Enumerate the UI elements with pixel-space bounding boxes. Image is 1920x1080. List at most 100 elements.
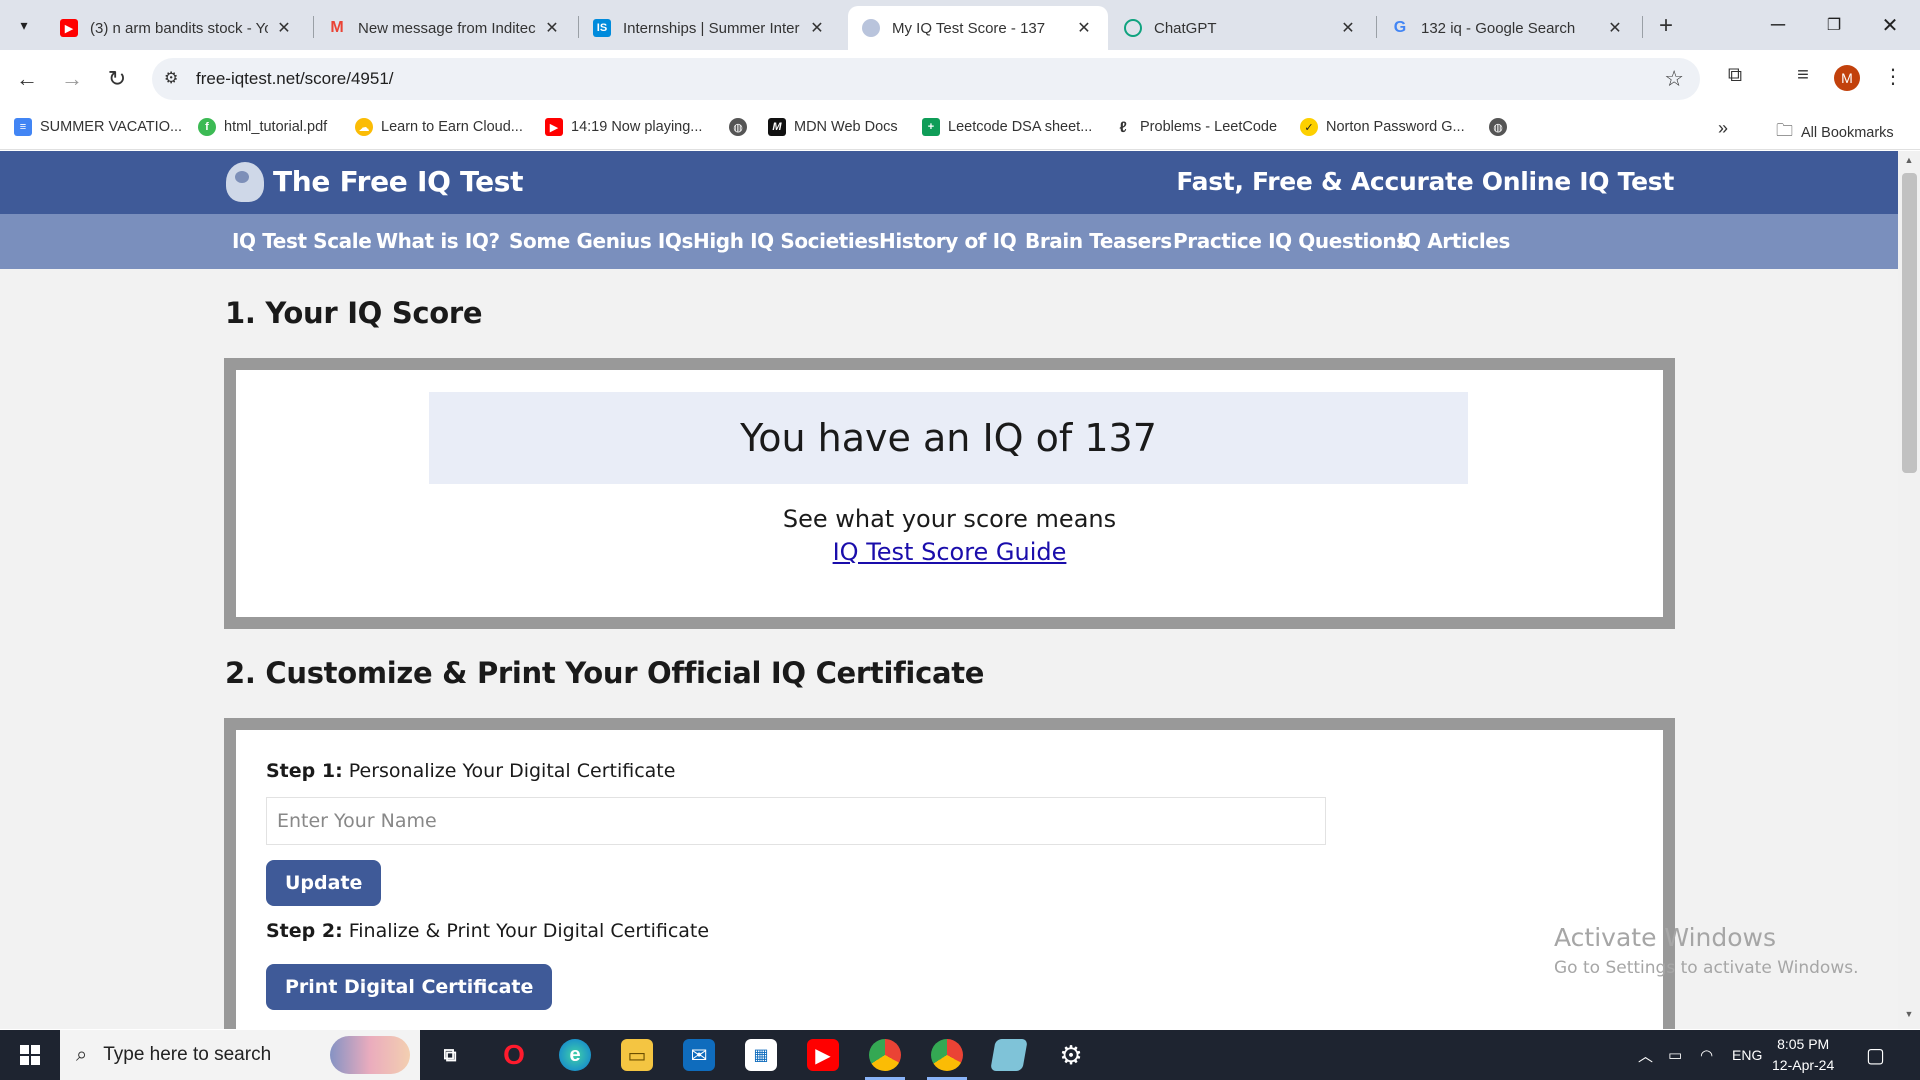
battery-icon[interactable]: ▭ bbox=[1668, 1030, 1682, 1080]
tab-search-button[interactable]: ▾ bbox=[8, 9, 40, 41]
docs-icon: ≡ bbox=[14, 118, 32, 136]
close-icon[interactable]: ✕ bbox=[807, 18, 827, 38]
nav-practice-iq-questions[interactable]: Practice IQ Questions bbox=[1173, 229, 1408, 253]
media-control-icon[interactable]: ≡ bbox=[1788, 64, 1818, 87]
new-tab-button[interactable]: + bbox=[1652, 12, 1680, 40]
notification-icon[interactable]: ▢ bbox=[1866, 1030, 1885, 1080]
wifi-icon[interactable]: ◠ bbox=[1700, 1030, 1713, 1080]
tab-internshala[interactable]: IS Internships | Summer Inter ✕ bbox=[579, 6, 841, 50]
chrome-profile-icon[interactable] bbox=[931, 1039, 963, 1071]
back-button[interactable]: ← bbox=[11, 63, 43, 95]
youtube-app-icon[interactable]: ▶ bbox=[807, 1039, 839, 1071]
minimize-button[interactable]: ─ bbox=[1750, 8, 1806, 42]
bookmark-item[interactable]: ▶ 14:19 Now playing... bbox=[545, 118, 702, 136]
edge-icon[interactable]: e bbox=[559, 1039, 591, 1071]
nav-brain-teasers[interactable]: Brain Teasers bbox=[1025, 229, 1172, 253]
site-nav: IQ Test Scale What is IQ? Some Genius IQ… bbox=[0, 214, 1898, 269]
chevron-down-icon: ▾ bbox=[20, 16, 28, 33]
nav-iq-test-scale[interactable]: IQ Test Scale bbox=[232, 229, 372, 253]
tray-chevron-up-icon[interactable]: ︿ bbox=[1638, 1030, 1653, 1080]
bookmark-item[interactable]: ◍ bbox=[1489, 118, 1515, 136]
plus-icon: + bbox=[1658, 12, 1673, 39]
all-bookmarks-button[interactable]: 🗀 All Bookmarks bbox=[1776, 118, 1894, 147]
tab-strip: ▾ ▶ (3) n arm bandits stock - Yo ✕ M New… bbox=[0, 0, 1920, 50]
step2-text: Finalize & Print Your Digital Certificat… bbox=[342, 920, 710, 942]
reload-icon: ↻ bbox=[107, 66, 127, 91]
site-tagline: Fast, Free & Accurate Online IQ Test bbox=[1176, 167, 1674, 196]
tab-youtube[interactable]: ▶ (3) n arm bandits stock - Yo ✕ bbox=[46, 6, 308, 50]
tab-gmail[interactable]: M New message from Inditec ✕ bbox=[314, 6, 576, 50]
site-title[interactable]: The Free IQ Test bbox=[273, 165, 524, 198]
bookmark-star-icon[interactable]: ☆ bbox=[1664, 66, 1684, 92]
tab-title: My IQ Test Score - 137 bbox=[892, 19, 1046, 37]
bookmark-item[interactable]: ✓ Norton Password G... bbox=[1300, 118, 1465, 136]
file-explorer-icon[interactable]: ▭ bbox=[621, 1039, 653, 1071]
page-scrollbar[interactable]: ▲ ▼ bbox=[1898, 151, 1920, 1029]
scroll-thumb[interactable] bbox=[1902, 173, 1917, 473]
nav-iq-articles[interactable]: IQ Articles bbox=[1397, 229, 1510, 253]
clock[interactable]: 8:05 PM 12-Apr-24 bbox=[1772, 1034, 1834, 1076]
menu-kebab-icon[interactable]: ⋮ bbox=[1878, 64, 1908, 89]
norton-icon: ✓ bbox=[1300, 118, 1318, 136]
close-icon[interactable]: ✕ bbox=[1605, 18, 1625, 38]
score-guide-link[interactable]: IQ Test Score Guide bbox=[833, 538, 1067, 566]
start-button[interactable] bbox=[0, 1030, 60, 1080]
bookmark-item[interactable]: f html_tutorial.pdf bbox=[198, 118, 327, 136]
bookmark-item[interactable]: ☁ Learn to Earn Cloud... bbox=[355, 118, 523, 136]
bookmark-label: 14:19 Now playing... bbox=[571, 119, 703, 135]
tab-separator bbox=[1642, 16, 1643, 38]
settings-gear-icon[interactable]: ⚙ bbox=[1055, 1039, 1087, 1071]
language-indicator[interactable]: ENG bbox=[1732, 1030, 1762, 1080]
bookmark-label: html_tutorial.pdf bbox=[224, 119, 328, 135]
arrow-right-icon: → bbox=[61, 66, 83, 91]
bookmark-item[interactable]: + Leetcode DSA sheet... bbox=[922, 118, 1092, 136]
restore-button[interactable]: ❐ bbox=[1806, 8, 1862, 42]
taskbar: ⌕ Type here to search ⧉ O e ▭ ✉ ▦ ▶ ⚙ ︿ … bbox=[0, 1030, 1920, 1080]
url-text[interactable]: free-iqtest.net/score/4951/ bbox=[196, 69, 394, 89]
profile-avatar[interactable]: M bbox=[1834, 65, 1860, 91]
bookmark-item[interactable]: ℓ Problems - LeetCode bbox=[1114, 118, 1277, 136]
close-icon[interactable]: ✕ bbox=[274, 18, 294, 38]
bookmark-item[interactable]: ≡ SUMMER VACATIO... bbox=[14, 118, 182, 136]
bookmark-label: Problems - LeetCode bbox=[1140, 119, 1278, 135]
forward-button[interactable]: → bbox=[56, 63, 88, 95]
nav-high-iq-societies[interactable]: High IQ Societies bbox=[693, 229, 879, 253]
score-box: You have an IQ of 137 See what your scor… bbox=[224, 358, 1675, 629]
notepad-icon[interactable] bbox=[990, 1039, 1028, 1071]
reload-button[interactable]: ↻ bbox=[101, 63, 133, 95]
print-certificate-button[interactable]: Print Digital Certificate bbox=[266, 964, 553, 1010]
chrome-icon[interactable] bbox=[869, 1039, 901, 1071]
activate-windows-watermark: Activate Windows Go to Settings to activ… bbox=[1554, 923, 1859, 978]
scroll-up-arrow-icon[interactable]: ▲ bbox=[1898, 155, 1920, 171]
more-bookmarks-button[interactable]: » bbox=[1718, 118, 1728, 139]
site-header: The Free IQ Test Fast, Free & Accurate O… bbox=[0, 151, 1898, 214]
bookmark-item[interactable]: ◍ bbox=[729, 118, 755, 136]
opera-icon[interactable]: O bbox=[498, 1039, 530, 1071]
nav-some-genius-iqs[interactable]: Some Genius IQs bbox=[509, 229, 693, 253]
tab-iq-score[interactable]: My IQ Test Score - 137 ✕ bbox=[848, 6, 1108, 50]
bookmark-item[interactable]: M MDN Web Docs bbox=[768, 118, 898, 136]
mail-icon[interactable]: ✉ bbox=[683, 1039, 715, 1071]
name-input[interactable] bbox=[266, 797, 1326, 845]
close-icon[interactable]: ✕ bbox=[542, 18, 562, 38]
minimize-icon: ─ bbox=[1770, 13, 1786, 36]
store-icon[interactable]: ▦ bbox=[745, 1039, 777, 1071]
nav-history-of-iq[interactable]: History of IQ bbox=[879, 229, 1017, 253]
taskbar-search-text: Type here to search bbox=[103, 1044, 272, 1065]
update-button[interactable]: Update bbox=[266, 860, 382, 906]
nav-what-is-iq[interactable]: What is IQ? bbox=[376, 229, 500, 253]
scroll-down-arrow-icon[interactable]: ▼ bbox=[1898, 1009, 1920, 1025]
close-icon[interactable]: ✕ bbox=[1074, 18, 1094, 38]
close-icon[interactable]: ✕ bbox=[1338, 18, 1358, 38]
tab-chatgpt[interactable]: ChatGPT ✕ bbox=[1110, 6, 1372, 50]
taskbar-search[interactable]: ⌕ Type here to search bbox=[60, 1030, 420, 1080]
tab-google[interactable]: G 132 iq - Google Search ✕ bbox=[1377, 6, 1639, 50]
bookmarks-bar: ≡ SUMMER VACATIO... f html_tutorial.pdf … bbox=[0, 108, 1920, 150]
site-settings-icon[interactable]: ⚙ bbox=[164, 68, 178, 88]
close-window-button[interactable]: ✕ bbox=[1862, 8, 1918, 42]
task-view-icon[interactable]: ⧉ bbox=[434, 1039, 466, 1071]
brain-logo-icon[interactable] bbox=[226, 162, 264, 202]
certificate-heading: 2. Customize & Print Your Official IQ Ce… bbox=[225, 656, 985, 690]
extensions-icon[interactable]: ⧉ bbox=[1720, 64, 1750, 87]
address-bar[interactable]: ⚙ free-iqtest.net/score/4951/ ☆ bbox=[152, 58, 1700, 100]
